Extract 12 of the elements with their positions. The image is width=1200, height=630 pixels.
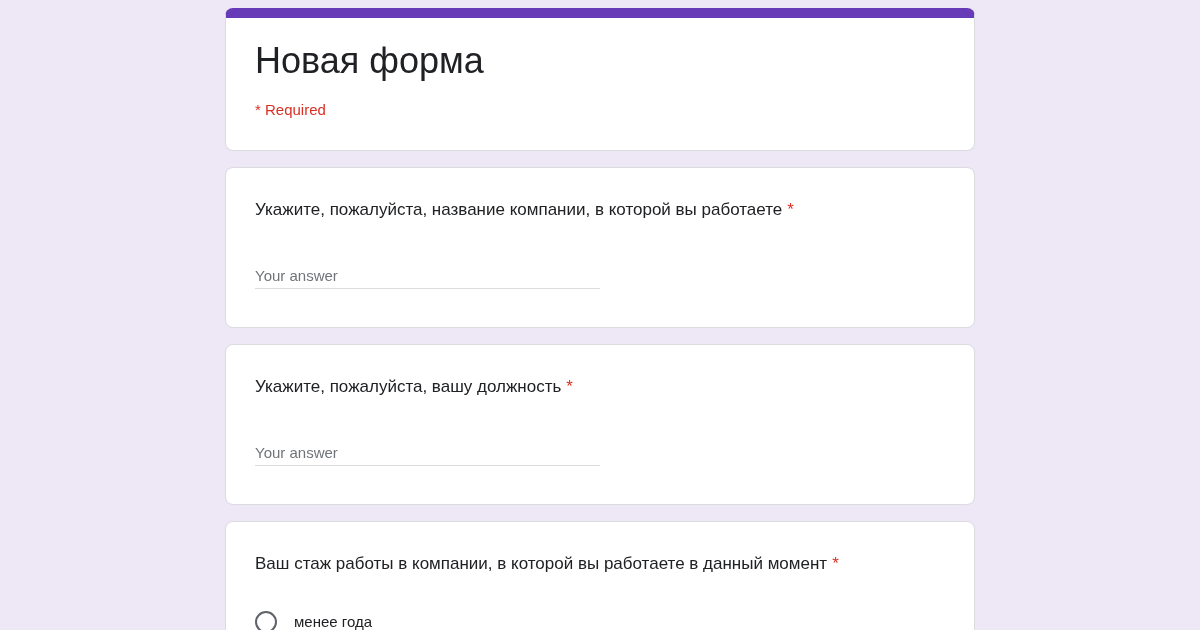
question-text: Укажите, пожалуйста, название компании, в которой вы работаете	[255, 200, 783, 220]
answer-field[interactable]: Your answer	[255, 439, 600, 466]
required-note: * Required	[255, 100, 327, 120]
required-asterisk: *	[787, 200, 794, 220]
option-label: менее года	[294, 612, 373, 630]
form-title: Новая форма	[255, 39, 485, 83]
required-asterisk: *	[832, 554, 839, 574]
answer-field[interactable]: Your answer	[255, 262, 600, 289]
radio-button[interactable]	[255, 611, 277, 630]
question-text: Ваш стаж работы в компании, в которой вы работаете в данный момент	[255, 554, 828, 574]
required-asterisk: *	[566, 377, 573, 397]
question-text: Укажите, пожалуйста, вашу должность	[255, 377, 562, 397]
